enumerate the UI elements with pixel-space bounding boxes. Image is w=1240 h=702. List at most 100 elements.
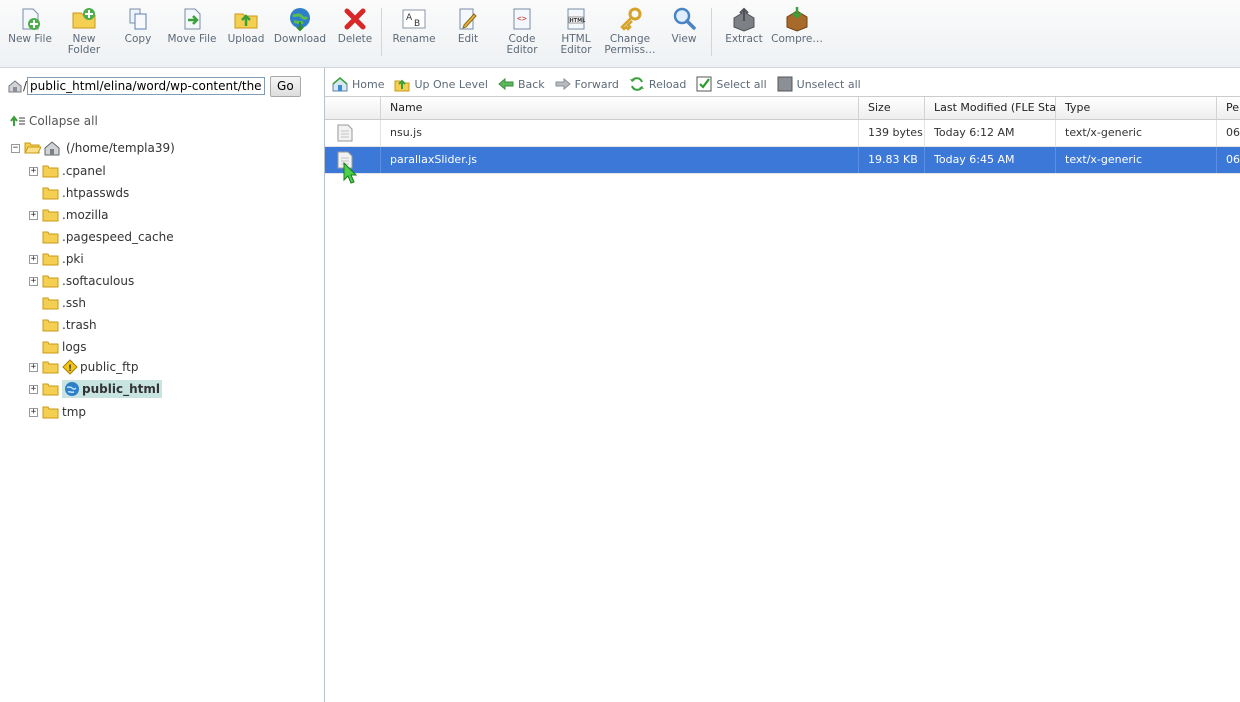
file-row-selected[interactable]: parallaxSlider.js 19.83 KB Today 6:45 AM…: [325, 147, 1240, 174]
expand-toggle[interactable]: +: [29, 407, 38, 417]
globe-icon: [65, 382, 79, 396]
tree-root-label: (/home/templa39): [66, 141, 175, 155]
file-name: nsu.js: [380, 120, 858, 146]
column-header-permissions[interactable]: Permissions: [1216, 97, 1240, 119]
upload-button[interactable]: Upload: [224, 6, 268, 64]
home-icon: [44, 141, 60, 156]
expand-toggle[interactable]: +: [29, 276, 38, 286]
tree-item-logs[interactable]: logs: [29, 337, 87, 357]
globe-download-icon: [290, 8, 310, 32]
reload-button[interactable]: Reload: [629, 76, 686, 92]
folder-icon: [42, 383, 59, 396]
column-header-type[interactable]: Type: [1055, 97, 1216, 119]
collapse-all-button[interactable]: Collapse all: [10, 114, 98, 128]
html-editor-icon: HTML: [567, 8, 587, 30]
view-button[interactable]: View: [664, 6, 704, 64]
column-header-size[interactable]: Size: [858, 97, 924, 119]
home-icon: [332, 77, 348, 92]
up-one-level-button[interactable]: Up One Level: [394, 76, 488, 92]
svg-text:HTML: HTML: [570, 18, 587, 24]
unselect-all-button[interactable]: Unselect all: [777, 76, 861, 92]
checkbox-checked-icon: [696, 76, 712, 92]
rename-button[interactable]: AB Rename: [390, 6, 438, 64]
new-file-button[interactable]: New File: [8, 6, 52, 64]
folder-icon: [42, 253, 59, 266]
home-button[interactable]: Home: [332, 76, 384, 92]
file-size: 139 bytes: [858, 120, 924, 146]
tree-item-htpasswds[interactable]: .htpasswds: [29, 183, 129, 203]
tree-item-label: public_html: [82, 382, 160, 396]
folder-icon: [42, 361, 59, 374]
expand-toggle[interactable]: +: [29, 362, 38, 372]
tree-item-label: public_ftp: [80, 360, 139, 374]
tree-item-label: .trash: [62, 318, 97, 332]
path-input[interactable]: [27, 77, 266, 95]
tree-item-pki[interactable]: + .pki: [29, 249, 84, 269]
toolbar-separator: [711, 8, 712, 56]
tree-item-pagespeed-cache[interactable]: .pagespeed_cache: [29, 227, 174, 247]
back-button[interactable]: Back: [498, 76, 545, 92]
rename-icon: AB: [402, 9, 426, 29]
delete-button[interactable]: Delete: [334, 6, 376, 64]
select-all-button[interactable]: Select all: [696, 76, 767, 92]
tree-item-label: .mozilla: [62, 208, 109, 222]
new-folder-button[interactable]: New Folder: [62, 6, 106, 64]
tree-item-tmp[interactable]: + tmp: [29, 402, 86, 422]
expand-toggle[interactable]: +: [29, 210, 38, 220]
forward-arrow-icon: [555, 77, 571, 91]
file-name: parallaxSlider.js: [380, 147, 858, 173]
code-editor-button[interactable]: <> Code Editor: [500, 6, 544, 64]
file-row[interactable]: nsu.js 139 bytes Today 6:12 AM text/x-ge…: [325, 120, 1240, 147]
toolbar-separator: [381, 8, 382, 56]
tree-item-label: .softaculous: [62, 274, 135, 288]
folder-icon: [42, 341, 59, 354]
expand-toggle[interactable]: +: [29, 384, 38, 394]
go-button[interactable]: Go: [270, 75, 301, 97]
column-header-last-modified[interactable]: Last Modified (FLE Standard Time): [924, 97, 1055, 119]
edit-button[interactable]: Edit: [448, 6, 488, 64]
expand-toggle[interactable]: +: [29, 254, 38, 264]
tree-item-label: .htpasswds: [62, 186, 130, 200]
folder-icon: [42, 165, 59, 178]
compress-button[interactable]: Compre…: [771, 6, 823, 64]
column-header-icon: [325, 97, 380, 119]
collapse-toggle[interactable]: −: [11, 143, 20, 153]
checkbox-unchecked-icon: [777, 76, 793, 92]
directory-tree-pane: / Go Collapse all − (/home/templa39) + .…: [0, 68, 325, 702]
new-folder-icon: [72, 8, 96, 29]
copy-button[interactable]: Copy: [116, 6, 160, 64]
column-header-name[interactable]: Name: [380, 97, 858, 119]
tree-item-public-html[interactable]: + public_html: [29, 379, 162, 399]
tree-item-label: tmp: [62, 405, 87, 419]
tree-item-label: .pagespeed_cache: [62, 230, 174, 244]
file-modified: Today 6:45 AM: [924, 147, 1055, 173]
folder-icon: [42, 231, 59, 244]
navigation-bar: Home Up One Level Back Forward Reload Se…: [325, 72, 1240, 96]
forward-button[interactable]: Forward: [555, 76, 619, 92]
tree-item-mozilla[interactable]: + .mozilla: [29, 205, 109, 225]
download-button[interactable]: Download: [274, 6, 326, 64]
tree-item-cpanel[interactable]: + .cpanel: [29, 161, 106, 181]
collapse-all-label: Collapse all: [29, 114, 98, 128]
extract-button[interactable]: Extract: [722, 6, 766, 64]
file-list-header: Name Size Last Modified (FLE Standard Ti…: [325, 96, 1240, 120]
svg-text:A: A: [406, 13, 413, 23]
tree-item-softaculous[interactable]: + .softaculous: [29, 271, 134, 291]
html-editor-button[interactable]: HTML HTML Editor: [554, 6, 598, 64]
svg-text:!: !: [68, 364, 72, 374]
tree-item-public-ftp[interactable]: + ! public_ftp: [29, 357, 138, 377]
home-icon: [8, 80, 22, 93]
key-icon: [620, 7, 642, 31]
tree-item-trash[interactable]: .trash: [29, 315, 97, 335]
tree-item-label: .ssh: [62, 296, 86, 310]
move-file-button[interactable]: Move File: [166, 6, 218, 64]
folder-icon: [42, 297, 59, 310]
change-permissions-button[interactable]: Change Permiss…: [604, 6, 656, 64]
expand-toggle[interactable]: +: [29, 166, 38, 176]
tree-item-label: .pki: [62, 252, 84, 266]
tree-item-ssh[interactable]: .ssh: [29, 293, 86, 313]
folder-icon: [42, 406, 59, 419]
tree-root[interactable]: − (/home/templa39): [11, 138, 175, 158]
mouse-cursor-icon: [343, 162, 357, 184]
code-editor-icon: <>: [513, 8, 531, 30]
